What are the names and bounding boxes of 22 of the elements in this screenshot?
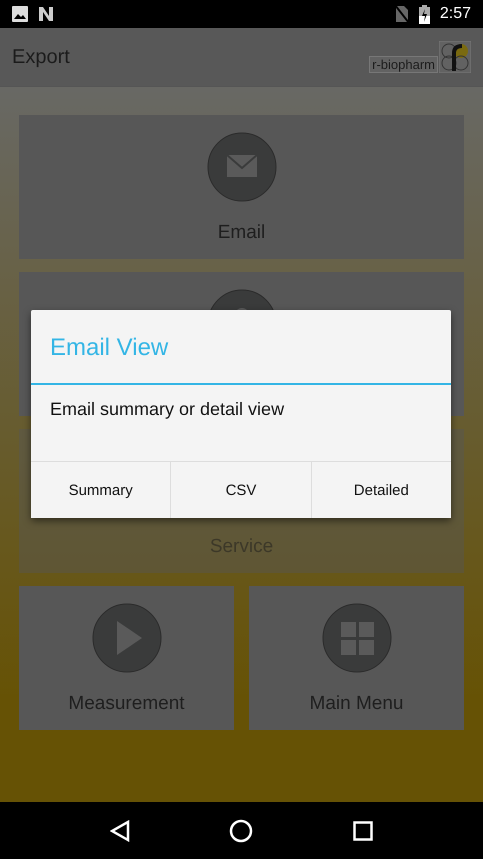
screen-title: Export	[12, 46, 71, 68]
n-logo-icon	[38, 6, 54, 22]
dialog-message: Email summary or detail view	[49, 398, 286, 421]
home-icon[interactable]	[229, 818, 254, 842]
image-icon	[12, 6, 28, 22]
logo-text: r-biopharm	[369, 56, 438, 73]
no-sim-icon	[394, 5, 409, 23]
tile-label: Measurement	[68, 693, 185, 715]
tile-label: Main Menu	[310, 693, 404, 715]
grid-icon	[322, 603, 392, 673]
recents-icon[interactable]	[353, 820, 374, 840]
dialog-button[interactable]: Detailed	[310, 462, 451, 518]
back-icon[interactable]	[110, 820, 130, 842]
tile-label: Email	[218, 222, 266, 244]
dialog-button[interactable]: CSV	[170, 462, 311, 518]
battery-charging-icon	[418, 4, 430, 24]
play-icon	[92, 603, 162, 673]
envelope-icon	[206, 132, 276, 202]
dialog-title: Email View	[31, 310, 451, 385]
logo-icon	[439, 41, 471, 73]
dialog-button[interactable]: Summary	[31, 462, 170, 518]
clock: 2:57	[440, 5, 471, 23]
